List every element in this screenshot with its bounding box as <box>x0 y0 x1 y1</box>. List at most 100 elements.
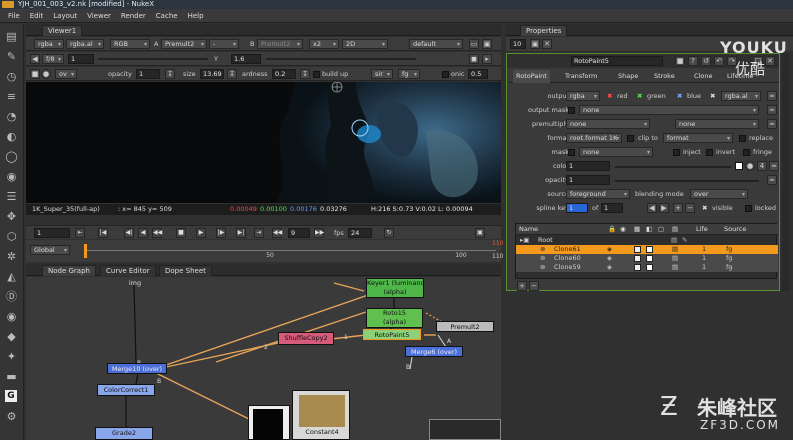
invert-checkbox[interactable] <box>706 149 713 156</box>
row-overlay-icon[interactable] <box>646 255 653 262</box>
color-anim-icon[interactable]: ═ <box>769 161 779 171</box>
viewer-canvas[interactable] <box>26 82 501 203</box>
pressure-opacity-icon[interactable]: ↧ <box>165 69 175 79</box>
col-life[interactable]: Life <box>696 224 708 235</box>
col-overlay-icon[interactable]: ◧ <box>646 224 652 235</box>
time-toolbox-icon[interactable]: ◷ <box>5 70 18 83</box>
gain-icon[interactable]: ◀ <box>30 54 40 64</box>
premultiply-anim-icon[interactable]: ═ <box>767 119 777 129</box>
mask-icon[interactable]: ◼ <box>469 54 479 64</box>
fstop-dropdown[interactable]: f/8 <box>42 54 64 64</box>
color-toolbox-icon[interactable]: ◔ <box>5 110 18 123</box>
3d-toolbox-icon[interactable]: ⬡ <box>5 230 18 243</box>
node-thumbnail-black[interactable] <box>248 405 290 440</box>
node-img[interactable]: img <box>124 278 146 289</box>
row-lock-icon[interactable]: ◈ <box>607 254 612 263</box>
node-grade2[interactable]: Grade2 <box>95 427 153 440</box>
fringe-checkbox[interactable] <box>743 149 750 156</box>
row-blend-icon[interactable]: ▤ <box>672 245 678 254</box>
row-lock-icon[interactable]: ◈ <box>607 245 612 254</box>
add-curve-button[interactable]: + <box>517 281 527 291</box>
properties-scrollbar[interactable] <box>782 53 790 291</box>
color-wheel-icon[interactable]: ● <box>41 69 51 79</box>
layers-toolbox-icon[interactable]: ☰ <box>5 190 18 203</box>
alpha-check-icon[interactable]: ✖ <box>710 91 715 101</box>
tab-viewer1[interactable]: Viewer1 <box>42 25 83 36</box>
step-forward-button[interactable]: |▶ <box>216 228 226 238</box>
play-forward-button[interactable]: ▶ <box>196 228 206 238</box>
tab-node-graph[interactable]: Node Graph <box>42 265 96 276</box>
node-merge10[interactable]: Merge10 (over) <box>107 363 167 374</box>
gamma-field[interactable]: 1.6 <box>231 54 261 64</box>
playhead[interactable] <box>84 244 87 258</box>
menu-cache[interactable]: Cache <box>156 12 178 20</box>
undo-icon[interactable]: ↶ <box>714 56 724 66</box>
inject-checkbox[interactable] <box>673 149 680 156</box>
next-keyframe-button[interactable]: ▶| <box>236 228 246 238</box>
roi-icon[interactable]: ▭ <box>469 39 479 49</box>
node-premult2[interactable]: Premult2 <box>436 321 494 332</box>
frame-range-dropdown[interactable]: Global <box>30 245 70 255</box>
other-toolbox-icon[interactable]: ✦ <box>5 350 18 363</box>
stroke-type-dropdown[interactable]: sir <box>371 69 393 79</box>
gamma-slider[interactable] <box>266 58 416 60</box>
table-row-clone59[interactable]: ⊚ Clone59 ◈ ▤ 1 fg <box>516 263 778 272</box>
color-swatch-icon[interactable]: ■ <box>30 69 40 79</box>
output-mask-dropdown[interactable]: none <box>579 105 759 115</box>
row-color-icon[interactable] <box>634 255 641 262</box>
lock-icon[interactable]: ▣ <box>482 39 492 49</box>
overlay-dropdown[interactable]: ov <box>55 69 77 79</box>
col-color-icon[interactable]: ▦ <box>634 224 640 235</box>
a-input-dropdown[interactable]: Premult2 <box>161 39 207 49</box>
tab-stroke[interactable]: Stroke <box>651 70 678 83</box>
color-wheel-icon-2[interactable]: ● <box>745 161 755 171</box>
tag-toolbox-icon[interactable]: ◆ <box>5 330 18 343</box>
tab-properties[interactable]: Properties <box>520 25 568 36</box>
node-merge6[interactable]: Merge6 (over) <box>405 346 463 357</box>
node-graph-navigator[interactable] <box>429 419 501 440</box>
node-rotopaint5[interactable]: RotoPaint5 <box>363 329 421 340</box>
layer-dropdown[interactable]: rgba.al <box>66 39 104 49</box>
b-input-dropdown[interactable]: Premult2 <box>257 39 303 49</box>
brush-opacity-field[interactable]: 1 <box>136 69 160 79</box>
output-dropdown[interactable]: rgba <box>566 91 600 101</box>
lock-panels-icon[interactable]: ▣ <box>530 39 540 49</box>
filter-toolbox-icon[interactable]: ◐ <box>5 130 18 143</box>
flipbook-button[interactable]: ▣ <box>475 228 485 238</box>
blue-check-icon[interactable]: ✖ <box>677 91 682 101</box>
row-color-icon[interactable] <box>634 246 641 253</box>
output-anim-icon[interactable]: ═ <box>767 91 777 101</box>
col-visible-icon[interactable]: ◉ <box>620 224 626 235</box>
row-overlay-icon[interactable] <box>646 264 653 271</box>
eye-toolbox-icon[interactable]: ◉ <box>5 310 18 323</box>
timeline-track[interactable]: 1 50 100 <box>84 244 496 259</box>
node-roto15[interactable]: Roto15 (alpha) <box>366 308 423 328</box>
gain-field[interactable]: 1 <box>68 54 94 64</box>
last-frame-button[interactable]: ⇥ <box>254 228 264 238</box>
play-backward-button[interactable]: ◀ <box>138 228 148 238</box>
menu-help[interactable]: Help <box>188 12 204 20</box>
node-color-icon[interactable]: ■ <box>675 56 685 66</box>
channels-dropdown[interactable]: rgba <box>34 39 64 49</box>
mask-checkbox[interactable] <box>568 149 575 156</box>
tab-curve-editor[interactable]: Curve Editor <box>100 265 156 276</box>
color-slider[interactable] <box>615 166 731 168</box>
tab-rotopaint[interactable]: RotoPaint <box>513 70 550 83</box>
views-toolbox-icon[interactable]: ✲ <box>5 250 18 263</box>
lut-dropdown[interactable]: default <box>409 39 463 49</box>
menu-render[interactable]: Render <box>121 12 146 20</box>
step-back-inc-button[interactable]: ◀◀ <box>152 228 162 238</box>
tab-transform[interactable]: Transform <box>562 70 600 83</box>
premultiply-dropdown[interactable]: none <box>566 119 650 129</box>
row-blend-icon[interactable]: ▤ <box>672 254 678 263</box>
node-shufflecopy2[interactable]: ShuffleCopy2 <box>278 332 334 345</box>
add-key-icon[interactable]: + <box>673 203 683 213</box>
pressure-hardness-icon[interactable]: ↧ <box>300 69 310 79</box>
step-field[interactable]: 9 <box>288 228 310 238</box>
gear-toolbox-icon[interactable]: ⚙ <box>5 410 18 423</box>
col-lock-icon[interactable]: 🔒 <box>608 224 616 235</box>
loop-button[interactable]: ↻ <box>384 228 394 238</box>
fps-field[interactable]: 24 <box>348 228 372 238</box>
table-row-clone61[interactable]: ⊚ Clone61 ◈ ▤ 1 fg <box>516 245 778 254</box>
tab-clone[interactable]: Clone <box>691 70 715 83</box>
